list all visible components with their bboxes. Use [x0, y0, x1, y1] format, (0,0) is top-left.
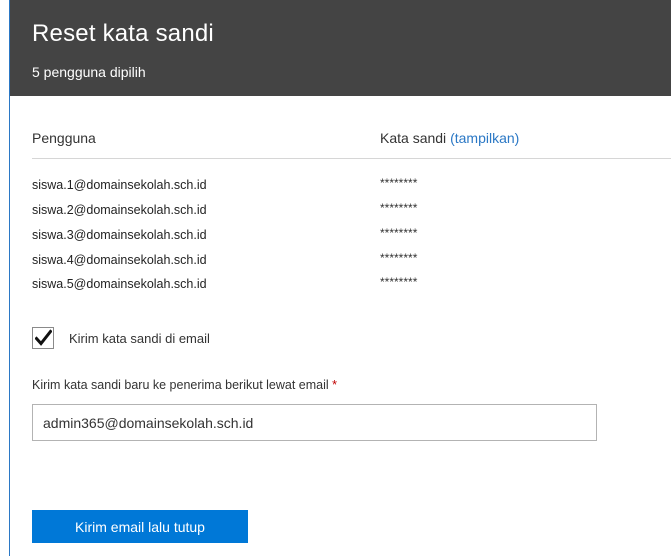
show-passwords-link[interactable]: (tampilkan) — [450, 130, 519, 146]
masked-password: ******** — [380, 275, 418, 289]
recipient-email-input[interactable] — [32, 404, 597, 441]
table-row: siswa.5@domainsekolah.sch.id ******** — [32, 275, 632, 295]
recipient-label-text: Kirim kata sandi baru ke penerima beriku… — [32, 378, 329, 392]
table-header-divider — [32, 158, 671, 159]
selected-count-subtitle: 5 pengguna dipilih — [32, 64, 146, 80]
user-email: siswa.2@domainsekolah.sch.id — [32, 203, 207, 217]
send-email-checkbox[interactable] — [32, 327, 54, 349]
masked-password: ******** — [380, 201, 418, 215]
user-email: siswa.1@domainsekolah.sch.id — [32, 178, 207, 192]
checkmark-icon — [35, 329, 52, 346]
masked-password: ******** — [380, 251, 418, 265]
column-header-password-label: Kata sandi — [380, 130, 447, 146]
panel-left-border — [0, 0, 10, 556]
column-header-users: Pengguna — [32, 130, 96, 146]
required-asterisk: * — [332, 378, 338, 392]
user-email: siswa.4@domainsekolah.sch.id — [32, 253, 207, 267]
table-row: siswa.3@domainsekolah.sch.id ******** — [32, 226, 632, 246]
column-header-password: Kata sandi (tampilkan) — [380, 130, 519, 146]
table-row: siswa.1@domainsekolah.sch.id ******** — [32, 176, 632, 196]
recipient-field-label: Kirim kata sandi baru ke penerima beriku… — [32, 378, 337, 392]
send-email-and-close-button[interactable]: Kirim email lalu tutup — [32, 510, 248, 543]
table-row: siswa.2@domainsekolah.sch.id ******** — [32, 201, 632, 221]
user-email: siswa.3@domainsekolah.sch.id — [32, 228, 207, 242]
reset-password-panel: Reset kata sandi 5 pengguna dipilih Peng… — [0, 0, 671, 556]
panel-header: Reset kata sandi 5 pengguna dipilih — [10, 0, 671, 96]
user-email: siswa.5@domainsekolah.sch.id — [32, 277, 207, 291]
masked-password: ******** — [380, 226, 418, 240]
page-title: Reset kata sandi — [32, 20, 214, 47]
table-row: siswa.4@domainsekolah.sch.id ******** — [32, 251, 632, 271]
send-email-checkbox-label: Kirim kata sandi di email — [69, 331, 210, 346]
masked-password: ******** — [380, 176, 418, 190]
